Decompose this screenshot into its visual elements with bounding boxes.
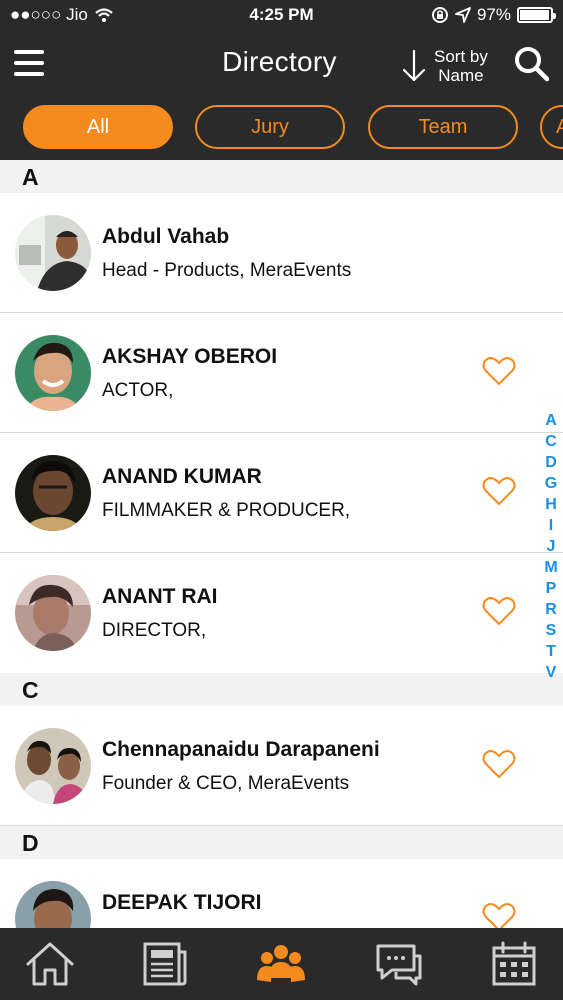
index-letter[interactable]: C bbox=[540, 431, 562, 452]
avatar bbox=[15, 455, 91, 531]
status-bar: ●●○○○ Jio 4:25 PM 97% bbox=[0, 0, 563, 32]
app-header: Directory Sort by Name bbox=[0, 32, 563, 98]
person-name: Chennapanaidu Darapaneni bbox=[102, 738, 380, 761]
filter-tab-all[interactable]: All bbox=[23, 105, 173, 149]
filter-tab-next[interactable]: A bbox=[540, 105, 563, 149]
index-letter[interactable]: R bbox=[540, 599, 562, 620]
filter-tab-jury[interactable]: Jury bbox=[195, 105, 345, 149]
person-role: ACTOR, bbox=[102, 380, 174, 401]
section-header: A bbox=[0, 160, 563, 193]
person-name: AKSHAY OBEROI bbox=[102, 345, 278, 368]
battery-icon bbox=[517, 7, 556, 23]
favorite-heart-icon[interactable] bbox=[482, 355, 516, 387]
favorite-heart-icon[interactable] bbox=[482, 901, 516, 928]
avatar bbox=[15, 575, 91, 651]
person-name: ANANT RAI bbox=[102, 585, 218, 608]
avatar bbox=[15, 881, 91, 928]
index-letter[interactable]: T bbox=[540, 641, 562, 662]
avatar bbox=[15, 215, 91, 291]
list-item[interactable]: DEEPAK TIJORI bbox=[0, 859, 563, 928]
chat-icon[interactable] bbox=[370, 938, 426, 990]
avatar bbox=[15, 728, 91, 804]
person-name: ANAND KUMAR bbox=[102, 465, 262, 488]
index-letter[interactable]: D bbox=[540, 452, 562, 473]
index-letter[interactable]: J bbox=[540, 536, 562, 557]
alphabet-index[interactable]: A C D G H I J M P R S T V bbox=[540, 410, 562, 683]
directory-list[interactable]: A Abdul Vahab Head - Products, MeraEvent… bbox=[0, 160, 563, 928]
battery-percent: 97% bbox=[476, 5, 511, 24]
arrow-down-icon bbox=[402, 49, 426, 82]
person-role: Founder & CEO, MeraEvents bbox=[102, 773, 350, 794]
list-item[interactable]: Abdul Vahab Head - Products, MeraEvents bbox=[0, 193, 563, 313]
directory-icon[interactable] bbox=[253, 938, 309, 990]
index-letter[interactable]: P bbox=[540, 578, 562, 599]
index-letter[interactable]: M bbox=[540, 557, 562, 578]
sort-label: Sort by Name bbox=[434, 47, 488, 85]
favorite-heart-icon[interactable] bbox=[482, 748, 516, 780]
section-header: C bbox=[0, 673, 563, 706]
index-letter[interactable]: A bbox=[540, 410, 562, 431]
news-icon[interactable] bbox=[137, 938, 193, 990]
favorite-heart-icon[interactable] bbox=[482, 595, 516, 627]
section-header: D bbox=[0, 826, 563, 859]
avatar bbox=[15, 335, 91, 411]
index-letter[interactable]: H bbox=[540, 494, 562, 515]
calendar-icon[interactable] bbox=[486, 938, 542, 990]
index-letter[interactable]: I bbox=[540, 515, 562, 536]
person-name: DEEPAK TIJORI bbox=[102, 891, 262, 914]
bottom-tab-bar bbox=[0, 928, 563, 1000]
favorite-heart-icon[interactable] bbox=[482, 475, 516, 507]
list-item[interactable]: AKSHAY OBEROI ACTOR, bbox=[0, 313, 563, 433]
index-letter[interactable]: V bbox=[540, 662, 562, 683]
location-icon bbox=[455, 7, 471, 23]
person-role: Head - Products, MeraEvents bbox=[102, 260, 352, 281]
index-letter[interactable]: S bbox=[540, 620, 562, 641]
index-letter[interactable]: G bbox=[540, 473, 562, 494]
home-icon[interactable] bbox=[22, 938, 78, 990]
search-icon[interactable] bbox=[514, 46, 550, 82]
filter-tabs: All Jury Team A bbox=[0, 98, 563, 160]
list-item[interactable]: ANANT RAI DIRECTOR, bbox=[0, 553, 563, 673]
hamburger-menu-icon[interactable] bbox=[14, 50, 44, 76]
sort-by-name-button[interactable]: Sort by Name bbox=[402, 44, 492, 88]
list-item[interactable]: ANAND KUMAR FILMMAKER & PRODUCER, bbox=[0, 433, 563, 553]
rotation-lock-icon bbox=[431, 7, 448, 23]
person-role: FILMMAKER & PRODUCER, bbox=[102, 500, 351, 521]
status-right: 97% bbox=[431, 5, 556, 25]
person-name: Abdul Vahab bbox=[102, 225, 230, 248]
list-item[interactable]: Chennapanaidu Darapaneni Founder & CEO, … bbox=[0, 706, 563, 826]
person-role: DIRECTOR, bbox=[102, 620, 207, 641]
filter-tab-team[interactable]: Team bbox=[368, 105, 518, 149]
